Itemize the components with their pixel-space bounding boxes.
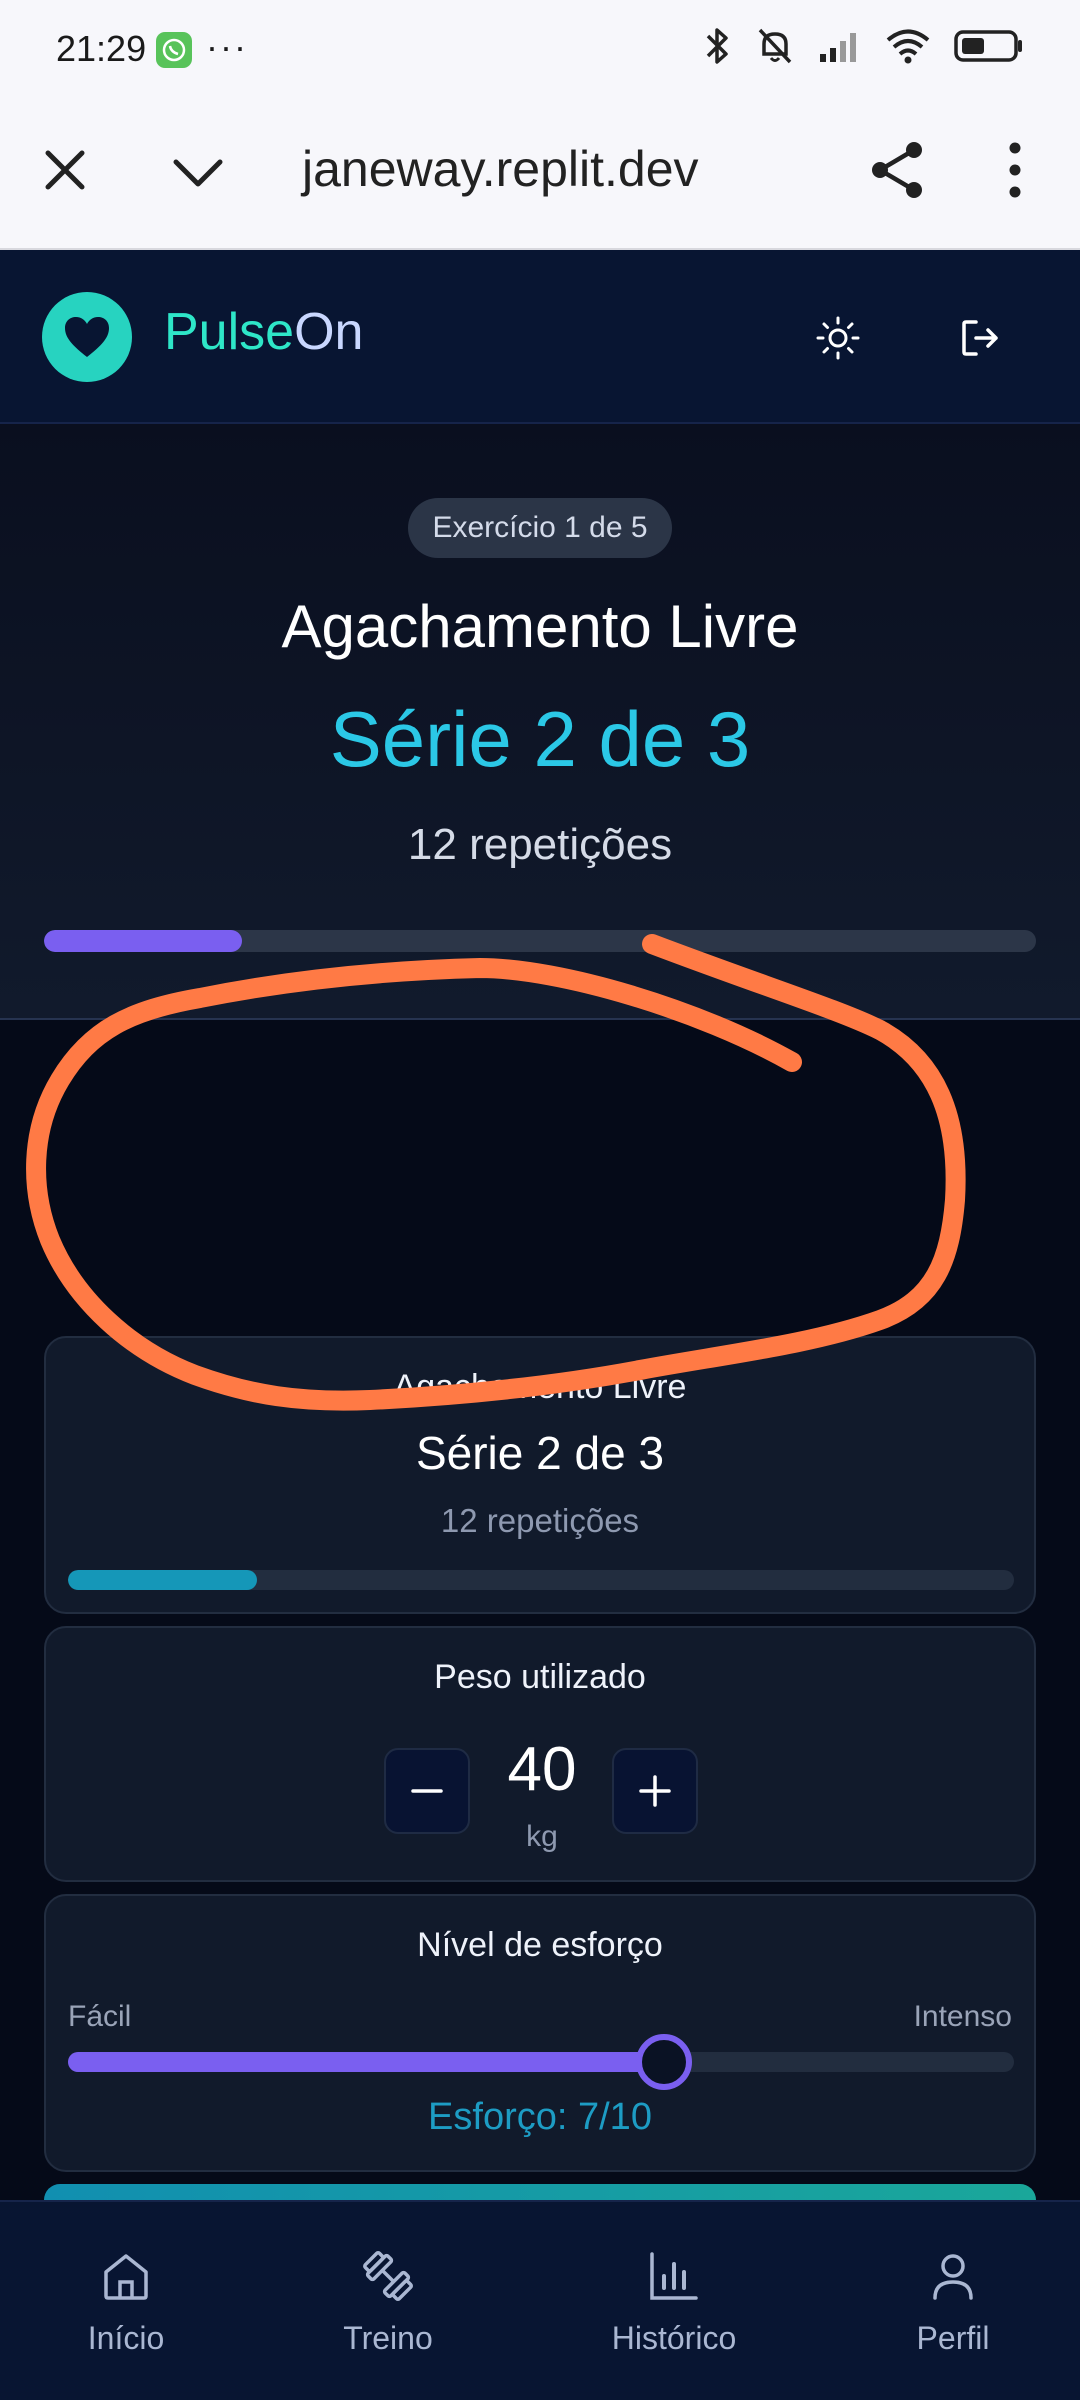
brand-name: PulseOn bbox=[164, 302, 363, 362]
effort-slider-thumb[interactable] bbox=[635, 2034, 692, 2090]
nav-label-workout: Treino bbox=[343, 2320, 433, 2356]
brand-part-2: On bbox=[294, 303, 364, 361]
status-icons bbox=[702, 26, 1024, 66]
effort-slider[interactable] bbox=[68, 2034, 1014, 2090]
wifi-icon bbox=[886, 29, 930, 64]
url-bar[interactable]: janeway.replit.dev bbox=[302, 140, 699, 198]
brand-part-1: Pulse bbox=[164, 303, 295, 361]
status-time: 21:29 bbox=[56, 28, 147, 69]
nav-item-home[interactable]: Início bbox=[66, 2202, 186, 2400]
mute-icon bbox=[758, 28, 792, 64]
nav-item-profile[interactable]: Perfil bbox=[893, 2202, 1013, 2400]
browser-toolbar: janeway.replit.dev bbox=[0, 100, 1080, 250]
nav-item-workout[interactable]: Treino bbox=[328, 2202, 448, 2400]
minus-icon bbox=[411, 1789, 443, 1793]
user-icon bbox=[923, 2246, 983, 2306]
weight-increment-button[interactable] bbox=[612, 1748, 698, 1834]
share-icon[interactable] bbox=[868, 140, 928, 200]
effort-title: Nível de esforço bbox=[417, 1926, 663, 1964]
logout-button[interactable] bbox=[948, 306, 1012, 370]
bluetooth-icon bbox=[706, 28, 728, 64]
effort-card: Nível de esforço Fácil Intenso Esforço: … bbox=[44, 1894, 1036, 2172]
bottom-navigation: Início Treino Histórico Perfil bbox=[0, 2200, 1080, 2400]
weight-card: Peso utilizado 40 kg bbox=[44, 1626, 1036, 1882]
reps-label: 12 repetições bbox=[407, 820, 673, 869]
home-icon bbox=[96, 2246, 156, 2306]
status-bar: 21:29 ··· bbox=[0, 0, 1080, 100]
workout-progress-bar bbox=[44, 930, 1036, 952]
weight-title: Peso utilizado bbox=[434, 1658, 646, 1696]
card-reps-label: 12 repetições bbox=[440, 1502, 640, 1539]
effort-slider-fill bbox=[68, 2052, 664, 2072]
app-logo bbox=[42, 292, 132, 382]
weight-unit: kg bbox=[526, 1820, 558, 1853]
set-progress-fill bbox=[68, 1570, 258, 1590]
nav-item-history[interactable]: Histórico bbox=[594, 2202, 754, 2400]
bar-chart-icon bbox=[644, 2246, 704, 2306]
more-notifications-indicator: ··· bbox=[206, 26, 248, 67]
weight-value: 40 bbox=[507, 1735, 577, 1804]
exercise-title: Agachamento Livre bbox=[281, 593, 799, 660]
nav-label-home: Início bbox=[87, 2320, 165, 2356]
more-vert-icon[interactable] bbox=[1000, 140, 1030, 200]
battery-icon bbox=[954, 30, 1022, 62]
weight-decrement-button[interactable] bbox=[384, 1748, 470, 1834]
exercise-counter-badge: Exercício 1 de 5 bbox=[408, 498, 672, 558]
signal-icon bbox=[820, 33, 856, 62]
card-exercise-name: Agachamento Livre bbox=[393, 1368, 687, 1406]
whatsapp-icon bbox=[156, 32, 192, 68]
plus-icon bbox=[639, 1775, 671, 1807]
chevron-down-icon[interactable] bbox=[170, 148, 226, 198]
effort-max-label: Intenso bbox=[913, 2000, 1012, 2033]
app-header: PulseOn bbox=[0, 250, 1080, 424]
heart-icon bbox=[65, 317, 109, 357]
nav-label-history: Histórico bbox=[611, 2320, 737, 2356]
set-indicator: Série 2 de 3 bbox=[329, 695, 751, 783]
close-icon[interactable] bbox=[40, 145, 90, 195]
logout-icon bbox=[962, 320, 998, 356]
workout-progress-fill bbox=[44, 930, 243, 952]
nav-label-profile: Perfil bbox=[916, 2320, 990, 2356]
set-info-card: Agachamento Livre Série 2 de 3 12 repeti… bbox=[44, 1336, 1036, 1614]
theme-toggle-button[interactable] bbox=[806, 306, 870, 370]
dumbbell-icon bbox=[358, 2246, 418, 2306]
effort-min-label: Fácil bbox=[68, 2000, 132, 2033]
effort-value-label: Esforço: 7/10 bbox=[428, 2096, 652, 2138]
card-set-label: Série 2 de 3 bbox=[415, 1427, 665, 1479]
set-progress-bar bbox=[68, 1570, 1014, 1590]
exercise-hero: Exercício 1 de 5 Agachamento Livre Série… bbox=[0, 424, 1080, 1020]
sun-icon bbox=[816, 316, 860, 360]
